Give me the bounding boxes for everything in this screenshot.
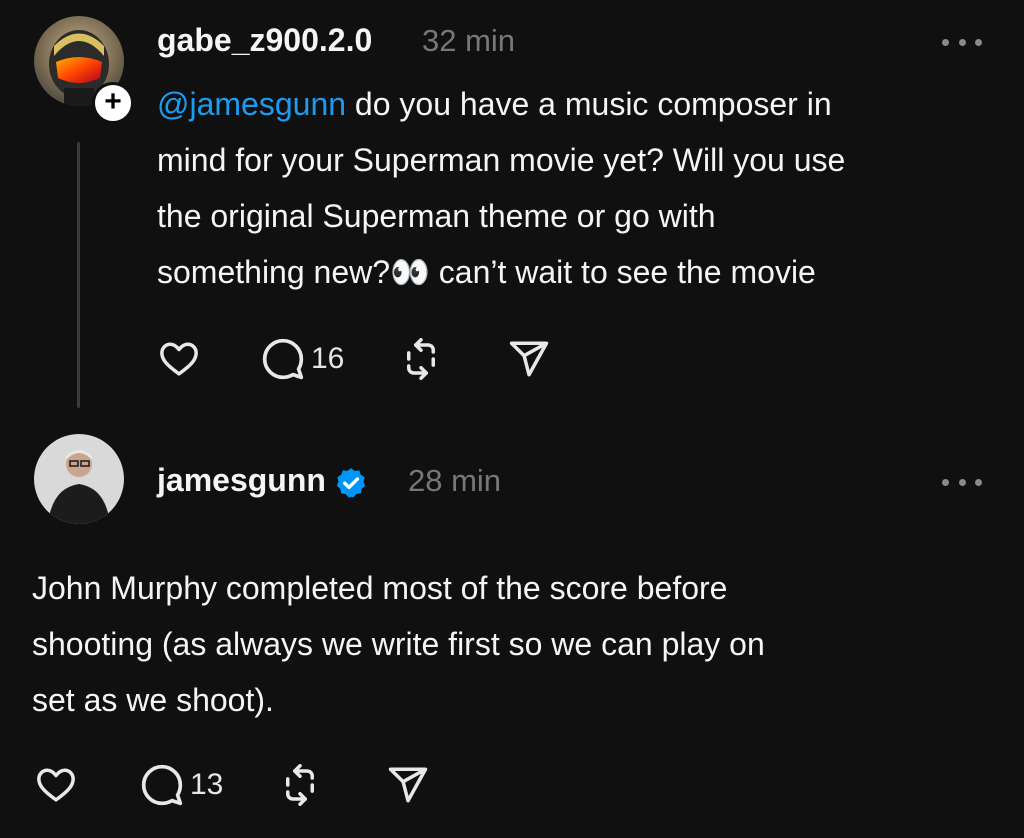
comment-icon (262, 338, 304, 380)
username-text: jamesgunn (157, 462, 326, 498)
post-text: @jamesgunn do you have a music composer … (157, 76, 997, 300)
thread-post-1: + gabe_z900.2.0 32 min @jamesgunn do you… (0, 0, 1024, 420)
repost-icon (286, 764, 315, 806)
reply-count: 13 (190, 768, 224, 801)
like-button[interactable] (157, 338, 201, 380)
repost-button[interactable] (400, 338, 442, 380)
thread-line (77, 142, 80, 408)
verified-icon (336, 467, 366, 497)
like-button[interactable] (34, 764, 78, 806)
timestamp: 28 min (408, 463, 502, 498)
share-icon (510, 341, 549, 377)
reply-count: 16 (311, 342, 345, 375)
username[interactable]: gabe_z900.2.0 (157, 22, 372, 59)
reply-button[interactable]: 13 (140, 763, 223, 807)
share-button[interactable] (387, 764, 429, 806)
text-line: mind for your Superman movie yet? Will y… (157, 142, 846, 178)
post-text: John Murphy completed most of the score … (32, 560, 992, 728)
action-bar: 16 (157, 334, 550, 384)
share-icon (389, 767, 428, 803)
repost-icon (407, 338, 436, 380)
thread-post-2: jamesgunn 28 min John Murphy completed m… (0, 420, 1024, 838)
share-button[interactable] (508, 338, 550, 380)
heart-icon (160, 342, 198, 376)
text-line: shooting (as always we write first so we… (32, 626, 765, 662)
comment-icon (141, 764, 183, 806)
heart-icon (37, 768, 75, 802)
text-line: something new?👀 can’t wait to see the mo… (157, 254, 816, 290)
text-line: set as we shoot). (32, 682, 274, 718)
username[interactable]: jamesgunn (157, 462, 368, 500)
repost-button[interactable] (279, 764, 321, 806)
timestamp: 32 min (422, 23, 516, 58)
more-icon[interactable] (942, 476, 982, 488)
text-line: the original Superman theme or go with (157, 198, 716, 234)
text-line: do you have a music composer in (346, 86, 832, 122)
mention-link[interactable]: @jamesgunn (157, 86, 346, 122)
more-icon[interactable] (942, 36, 982, 48)
reply-button[interactable]: 16 (261, 337, 344, 381)
avatar-jamesgunn[interactable] (34, 434, 124, 524)
text-line: John Murphy completed most of the score … (32, 570, 728, 606)
follow-plus-icon[interactable]: + (92, 82, 134, 124)
action-bar: 13 (34, 760, 429, 810)
